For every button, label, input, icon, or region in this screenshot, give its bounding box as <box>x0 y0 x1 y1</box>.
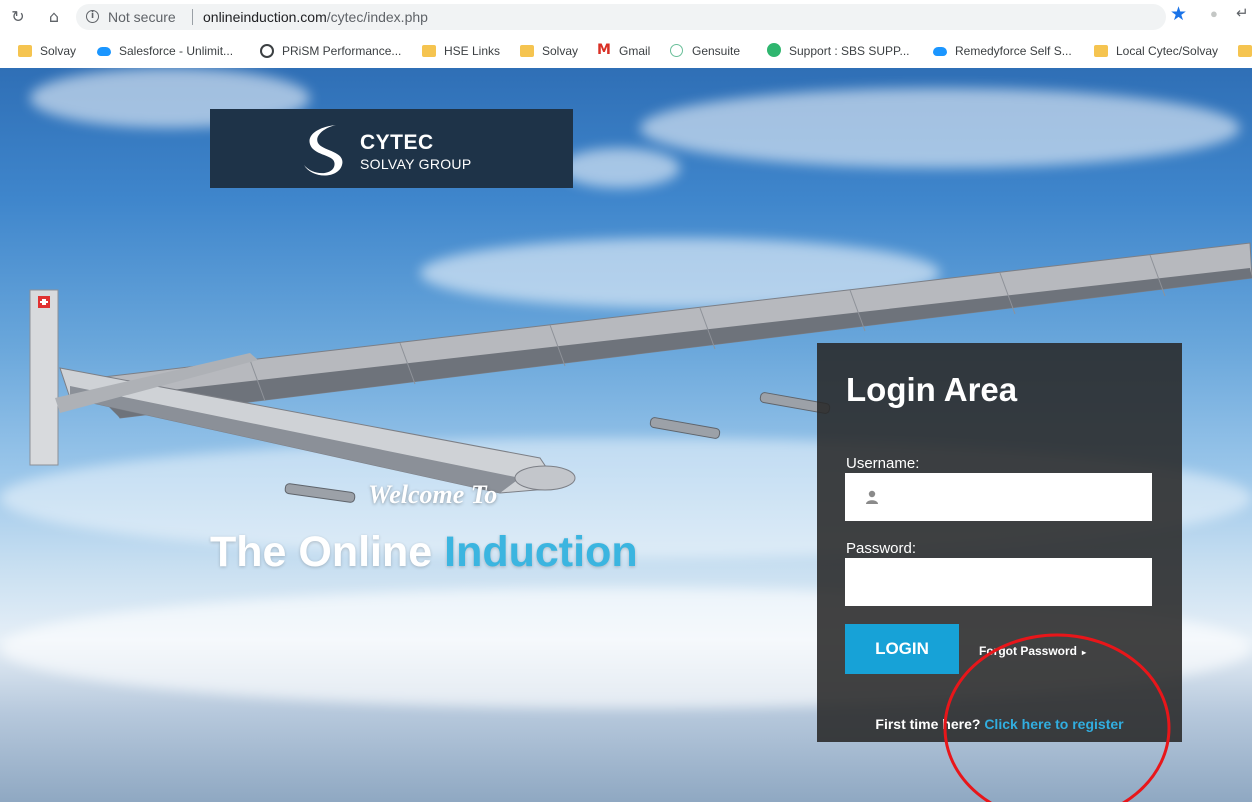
register-prompt: First time here? Click here to register <box>817 716 1182 732</box>
bookmarks-bar: Solvay Salesforce - Unlimit... PRiSM Per… <box>0 34 1252 69</box>
extension-icon[interactable]: ● <box>1210 6 1218 21</box>
folder-icon <box>520 45 534 57</box>
home-icon[interactable]: ⌂ <box>42 5 66 29</box>
salesforce-cloud-icon <box>97 47 111 56</box>
gensuite-icon <box>670 44 683 57</box>
forgot-password-link[interactable]: Forgot Password ▸ <box>979 644 1086 658</box>
browser-toolbar: ↻ ⌂ i Not secure onlineinduction.com/cyt… <box>0 0 1252 34</box>
page-headline: The Online Induction <box>210 528 638 577</box>
login-title: Login Area <box>846 371 1018 408</box>
chevron-right-icon: ▸ <box>1082 648 1087 657</box>
logo-title: CYTEC <box>360 131 434 154</box>
security-status: Not secure <box>108 9 176 25</box>
solvay-swirl-icon <box>304 125 343 176</box>
first-time-text: First time here? <box>875 716 985 732</box>
gmail-icon: M <box>597 42 611 58</box>
bookmark-label: Gmail <box>619 44 651 58</box>
headline-text: The Online <box>210 528 445 576</box>
address-separator <box>192 9 193 25</box>
bookmark-label: Gensuite <box>692 44 741 58</box>
info-icon[interactable]: i <box>86 10 99 23</box>
user-icon <box>866 490 878 504</box>
bookmark-label: PRiSM Performance... <box>282 44 402 58</box>
bookmark-label: Remedyforce Self S... <box>955 44 1072 58</box>
reload-icon[interactable]: ↻ <box>6 5 30 29</box>
url-path: /cytec/index.php <box>326 9 428 25</box>
globe-icon <box>260 44 274 58</box>
register-link[interactable]: Click here to register <box>984 716 1123 732</box>
bookmark-label: Support : SBS SUPP... <box>789 44 910 58</box>
support-icon <box>767 43 781 57</box>
forgot-password-label: Forgot Password <box>979 644 1078 658</box>
welcome-text: Welcome To <box>368 480 498 509</box>
logo-subtitle: SOLVAY GROUP <box>360 156 472 172</box>
password-input[interactable] <box>845 558 1152 606</box>
bookmark-label: Solvay <box>542 44 579 58</box>
folder-icon <box>1238 45 1252 57</box>
url-text[interactable]: onlineinduction.com/cytec/index.php <box>203 9 428 25</box>
folder-icon <box>1094 45 1108 57</box>
bookmark-label: Solvay <box>40 44 77 58</box>
login-button[interactable]: LOGIN <box>845 624 959 674</box>
bookmark-star-icon[interactable]: ★ <box>1170 3 1187 25</box>
username-label: Username: <box>846 455 920 472</box>
folder-icon <box>18 45 32 57</box>
share-icon[interactable]: ↵ <box>1236 4 1249 22</box>
url-host: onlineinduction.com <box>203 9 327 25</box>
password-label: Password: <box>846 540 917 557</box>
login-panel: Login Area Username: Password: LOGIN For… <box>817 343 1182 742</box>
bookmark-label: HSE Links <box>444 44 501 58</box>
salesforce-cloud-icon <box>933 47 947 56</box>
headline-accent-text: Induction <box>444 528 638 576</box>
username-input[interactable] <box>845 473 1152 521</box>
bookmark-label: Local Cytec/Solvay <box>1116 44 1219 58</box>
cytec-logo[interactable]: CYTEC SOLVAY GROUP <box>210 109 573 188</box>
folder-icon <box>422 45 436 57</box>
address-bar[interactable]: i Not secure onlineinduction.com/cytec/i… <box>76 4 1166 30</box>
bookmark-label: Salesforce - Unlimit... <box>119 44 234 58</box>
page-background: CYTEC SOLVAY GROUP Welcome To The Online… <box>0 68 1252 802</box>
